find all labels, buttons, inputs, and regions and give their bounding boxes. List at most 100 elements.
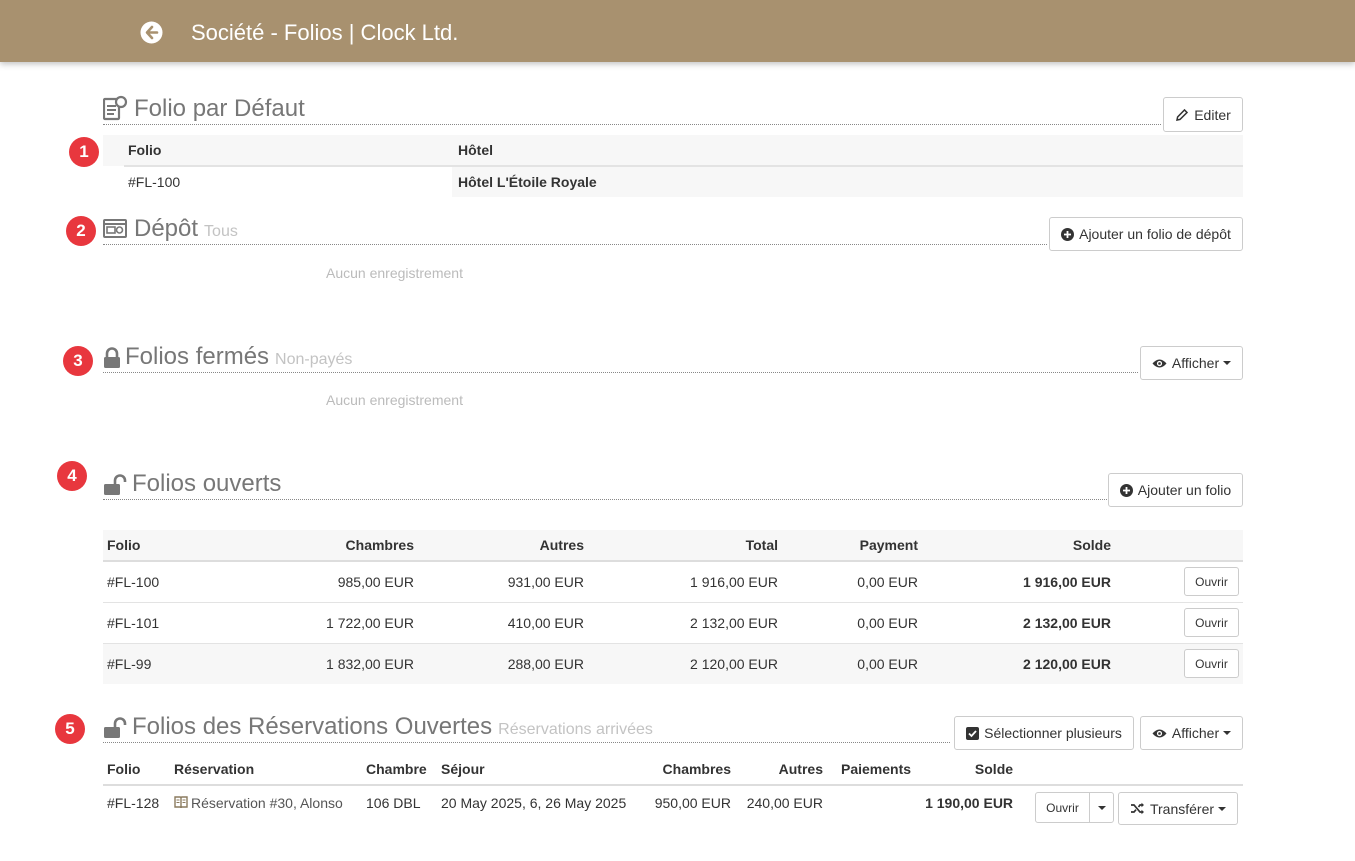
total-cell: 2 120,00 EUR	[690, 655, 778, 672]
top-bar: Société - Folios | Clock Ltd.	[0, 0, 1355, 62]
step-badge-4: 4	[57, 461, 87, 491]
others-cell: 288,00 EUR	[507, 655, 584, 672]
table-header-row: Folio Hôtel	[124, 135, 1243, 167]
total-cell: 2 132,00 EUR	[690, 614, 778, 631]
add-folio-button[interactable]: Ajouter un folio	[1108, 473, 1243, 507]
balance-cell: 1 190,00 EUR	[925, 795, 1014, 811]
open-folios-header: Folios ouverts	[103, 470, 1107, 500]
lock-icon	[104, 347, 120, 368]
plus-circle-icon	[1061, 227, 1075, 241]
open-folio-button[interactable]: Ouvrir	[1184, 608, 1239, 637]
rooms-cell: 1 722,00 EUR	[326, 614, 414, 631]
chevron-down-icon	[1223, 361, 1232, 365]
step-badge-5: 5	[55, 714, 85, 744]
column-header-total: Total	[588, 530, 782, 562]
step-badge-1: 1	[69, 137, 99, 167]
column-header-actions	[1115, 530, 1243, 562]
shuffle-icon	[1130, 802, 1144, 815]
back-arrow-icon[interactable]	[139, 20, 164, 45]
others-cell: 240,00 EUR	[746, 795, 823, 811]
table-header-row: Folio Réservation Chambre Séjour Chambre…	[103, 754, 1243, 786]
column-header-folio: Folio	[124, 135, 454, 167]
deposit-empty-message: Aucun enregistrement	[326, 265, 463, 281]
money-icon	[103, 219, 127, 238]
book-icon	[174, 796, 188, 809]
open-folio-button[interactable]: Ouvrir	[1184, 567, 1239, 597]
table-row: #FL-101 1 722,00 EUR 410,00 EUR 2 132,00…	[103, 602, 1243, 643]
balance-cell: 2 132,00 EUR	[1023, 614, 1111, 631]
add-folio-label: Ajouter un folio	[1137, 482, 1232, 498]
column-header-folio: Folio	[103, 754, 170, 786]
payment-cell: 0,00 EUR	[857, 655, 918, 672]
open-options-dropdown[interactable]	[1089, 792, 1114, 823]
rooms-cell: 950,00 EUR	[654, 795, 731, 811]
default-folio-title: Folio par Défaut	[134, 95, 305, 122]
default-folio-header: Folio par Défaut	[103, 95, 1161, 125]
reservation-folios-title-text: Folios des Réservations Ouvertes	[132, 713, 493, 740]
pencil-icon	[1176, 108, 1189, 121]
deposit-subtitle: Tous	[204, 223, 238, 240]
reservation-cell[interactable]: Réservation #30, Alonso	[170, 785, 362, 825]
column-header-reservation: Réservation	[170, 754, 362, 786]
open-folio-button[interactable]: Ouvrir	[1184, 649, 1239, 679]
reservation-link[interactable]: Réservation #30, Alonso	[191, 795, 343, 811]
eye-icon	[1152, 729, 1167, 737]
chevron-down-icon	[1097, 805, 1106, 810]
room-cell: 106 DBL	[366, 795, 421, 811]
rooms-cell: 985,00 EUR	[337, 573, 414, 590]
add-deposit-folio-label: Ajouter un folio de dépôt	[1079, 226, 1231, 242]
step-badge-2: 2	[66, 216, 96, 246]
open-folios-title: Folios ouverts	[132, 470, 282, 497]
table-row: #FL-100 985,00 EUR 931,00 EUR 1 916,00 E…	[103, 561, 1243, 602]
table-row: #FL-100 Hôtel L'Étoile Royale	[124, 166, 1243, 197]
total-cell: 1 916,00 EUR	[690, 573, 778, 590]
closed-folios-header: Folios fermés Non-payés	[103, 343, 1138, 373]
plus-circle-icon	[1119, 483, 1133, 497]
others-cell: 931,00 EUR	[507, 573, 584, 590]
payment-cell: 0,00 EUR	[857, 573, 918, 590]
column-header-rooms: Chambres	[215, 530, 418, 562]
select-multiple-button[interactable]: Sélectionner plusieurs	[954, 716, 1134, 750]
unlock-icon	[104, 717, 127, 738]
deposit-title: Dépôt Tous	[134, 215, 238, 243]
chevron-down-icon	[1218, 806, 1227, 811]
column-header-stay: Séjour	[437, 754, 635, 786]
table-header-row: Folio Chambres Autres Total Payment Sold…	[103, 530, 1243, 562]
folio-icon	[103, 95, 128, 121]
closed-empty-message: Aucun enregistrement	[326, 392, 463, 408]
closed-folios-title-text: Folios fermés	[125, 343, 270, 370]
others-cell: 410,00 EUR	[507, 614, 584, 631]
balance-cell: 1 916,00 EUR	[1023, 573, 1111, 590]
open-folios-table: Folio Chambres Autres Total Payment Sold…	[103, 530, 1243, 684]
edit-button-label: Editer	[1194, 106, 1231, 123]
chevron-down-icon	[1223, 731, 1232, 735]
deposit-title-text: Dépôt	[134, 215, 199, 242]
stay-cell: 20 May 2025, 6, 26 May 2025	[441, 795, 627, 811]
open-reservation-folio-button[interactable]: Ouvrir	[1035, 792, 1090, 823]
edit-button[interactable]: Editer	[1163, 97, 1243, 132]
table-row: #FL-99 1 832,00 EUR 288,00 EUR 2 120,00 …	[103, 643, 1243, 684]
checkbox-checked-icon	[966, 726, 980, 740]
step-badge-3: 3	[63, 346, 93, 376]
eye-icon	[1152, 359, 1167, 367]
add-deposit-folio-button[interactable]: Ajouter un folio de dépôt	[1049, 217, 1243, 251]
transfer-label: Transférer	[1149, 800, 1215, 817]
column-header-others: Autres	[418, 530, 588, 562]
column-header-actions	[1017, 754, 1243, 786]
closed-show-dropdown[interactable]: Afficher	[1140, 346, 1243, 380]
column-header-room: Chambre	[362, 754, 437, 786]
closed-folios-subtitle: Non-payés	[275, 351, 353, 368]
reservation-folios-header: Folios des Réservations Ouvertes Réservat…	[103, 713, 950, 743]
default-folio-table: Folio Hôtel #FL-100 Hôtel L'Étoile Royal…	[124, 135, 1243, 197]
deposit-header: Dépôt Tous	[103, 215, 1047, 245]
reservations-show-dropdown[interactable]: Afficher	[1140, 716, 1243, 750]
column-header-payments: Paiements	[827, 754, 916, 786]
folio-cell: #FL-99	[107, 655, 152, 672]
column-header-others: Autres	[735, 754, 827, 786]
transfer-dropdown[interactable]: Transférer	[1118, 792, 1238, 825]
hotel-cell: Hôtel L'Étoile Royale	[458, 174, 597, 190]
payment-cell: 0,00 EUR	[857, 614, 918, 631]
column-header-payment: Payment	[782, 530, 922, 562]
column-header-folio: Folio	[103, 530, 215, 562]
reservation-folios-title: Folios des Réservations Ouvertes Réservat…	[132, 713, 653, 741]
